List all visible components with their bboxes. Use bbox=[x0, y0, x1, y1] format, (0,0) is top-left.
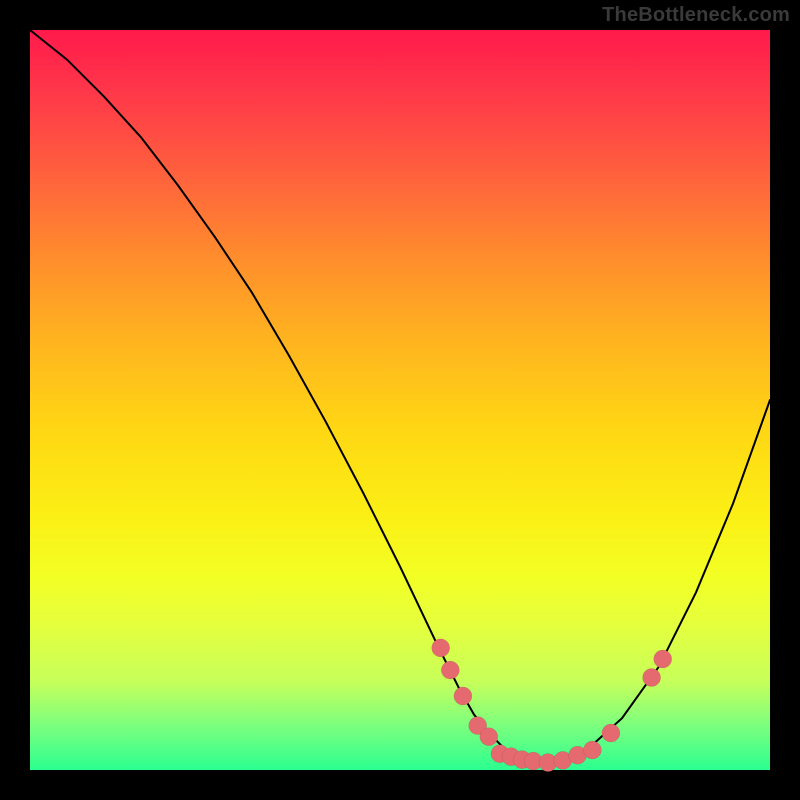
data-point bbox=[583, 741, 601, 759]
data-point bbox=[654, 650, 672, 668]
plot-area bbox=[30, 30, 770, 770]
data-point bbox=[432, 639, 450, 657]
data-point bbox=[602, 724, 620, 742]
attribution-label: TheBottleneck.com bbox=[602, 4, 790, 27]
data-point bbox=[643, 669, 661, 687]
curve-layer bbox=[30, 30, 770, 770]
data-point bbox=[441, 661, 459, 679]
chart-frame: TheBottleneck.com bbox=[0, 0, 800, 800]
data-point bbox=[454, 687, 472, 705]
data-point bbox=[480, 728, 498, 746]
